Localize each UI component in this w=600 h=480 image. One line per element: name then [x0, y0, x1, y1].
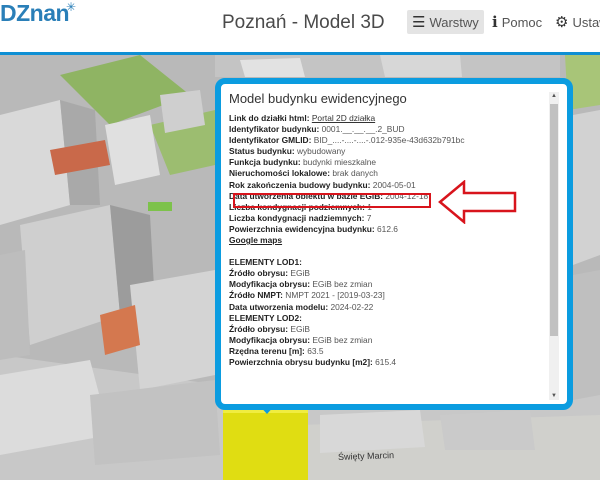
info-row-building-id: Identyfikator budynku: 0001.__.__.__.2_B… [229, 124, 405, 135]
gear-icon: ⚙ [555, 14, 569, 31]
popup-content[interactable]: Model budynku ewidencyjnego Link do dzia… [229, 91, 559, 403]
hamburger-icon: ☰ [412, 14, 426, 31]
page-title: Poznań - Model 3D [222, 12, 385, 33]
help-button[interactable]: i Pomoc [487, 10, 547, 34]
lod1-row: Źródło NMPT: NMPT 2021 - [2019-03-23] [229, 290, 385, 301]
layers-label: Warstwy [429, 14, 479, 30]
scrollbar-thumb[interactable] [550, 104, 558, 336]
annotation-highlight-box [233, 193, 431, 208]
popup-title: Model budynku ewidencyjnego [229, 91, 407, 106]
lod1-row: Modyfikacja obrysu: EGiB bez zmian [229, 279, 373, 290]
help-label: Pomoc [501, 14, 543, 30]
layers-button[interactable]: ☰ Warstwy [407, 10, 484, 34]
lod2-row: Rzędna terenu [m]: 63.5 [229, 345, 324, 356]
street-label: Święty Marcin [337, 450, 395, 462]
parcel-portal-link[interactable]: Portal 2D działka [312, 113, 375, 123]
building-info-popup: Model budynku ewidencyjnego Link do dzia… [215, 78, 573, 410]
lod2-row: Powierzchnia obrysu budynku [m2]: 615.4 [229, 356, 397, 367]
settings-label: Ustaw [572, 14, 600, 30]
popup-pointer [258, 404, 276, 414]
selected-building[interactable] [223, 413, 308, 480]
info-row-area: Powierzchnia ewidencyjna budynku: 612.6 [229, 223, 398, 234]
scroll-down-icon[interactable]: ▼ [550, 393, 558, 399]
info-icon: i [492, 13, 498, 31]
scroll-up-icon[interactable]: ▲ [550, 93, 558, 99]
info-row-status: Status budynku: wybudowany [229, 146, 346, 157]
lod2-heading: ELEMENTY LOD2: [229, 312, 302, 323]
info-row-gmlid: Identyfikator GMLID: BID_....-....-....-… [229, 135, 465, 146]
popup-scrollbar[interactable]: ▲ ▼ [549, 92, 559, 400]
lod2-row: Modyfikacja obrysu: EGiB bez zmian [229, 334, 373, 345]
info-row-units: Nieruchomości lokalowe: brak danych [229, 168, 378, 179]
logo-star-icon: ✳ [66, 0, 77, 14]
lod1-row: Źródło obrysu: EGiB [229, 268, 310, 279]
info-row-function: Funkcja budynku: budynki mieszkalne [229, 157, 377, 168]
app-logo[interactable]: DZnan [0, 0, 70, 27]
app-header: DZnan ✳ Poznań - Model 3D ☰ Warstwy i Po… [0, 0, 600, 52]
lod2-row: Źródło obrysu: EGiB [229, 323, 310, 334]
settings-button[interactable]: ⚙ Ustaw [550, 10, 600, 34]
lod1-row: Data utworzenia modelu: 2024-02-22 [229, 301, 374, 312]
lod1-heading: ELEMENTY LOD1: [229, 257, 302, 268]
google-maps-link[interactable]: Google maps [229, 235, 559, 246]
info-row-parcel-link: Link do działki html: Portal 2D działka [229, 113, 376, 123]
annotation-arrow-icon [438, 180, 517, 224]
